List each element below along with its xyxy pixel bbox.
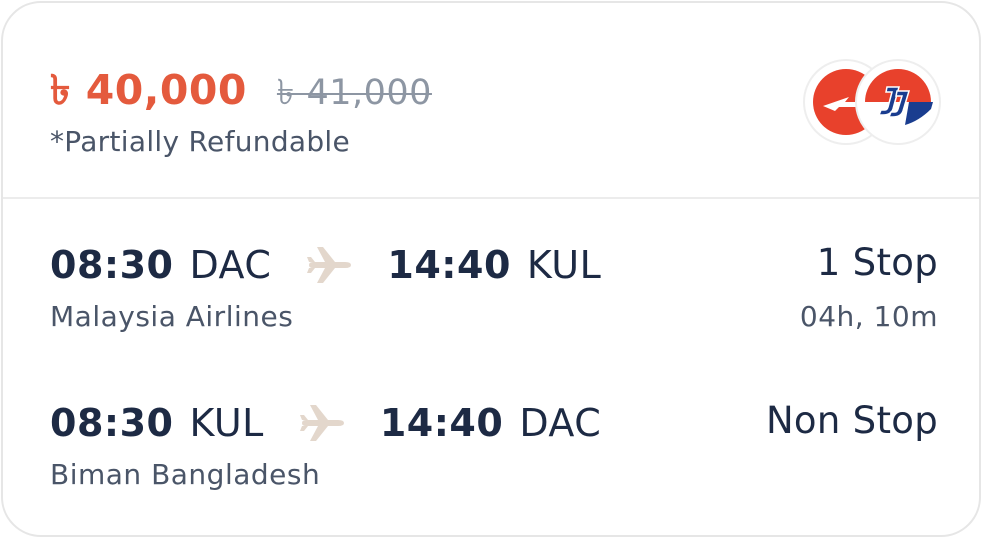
leg-times: 08:30 KUL 14:40 DAC bbox=[50, 397, 601, 449]
depart-time: 08:30 bbox=[50, 243, 174, 287]
stops-label: Non Stop bbox=[765, 399, 938, 442]
current-price: ৳ 40,000 bbox=[50, 66, 247, 114]
arrive-time: 14:40 bbox=[387, 243, 511, 287]
depart-time: 08:30 bbox=[50, 401, 174, 445]
airline-logos bbox=[803, 59, 943, 149]
malaysia-airlines-mh-icon bbox=[855, 59, 941, 145]
depart-airport: KUL bbox=[189, 401, 264, 445]
flight-leg-return[interactable]: 08:30 KUL 14:40 DAC Biman Bangladesh Non… bbox=[50, 397, 938, 497]
arrive-airport: DAC bbox=[519, 401, 602, 445]
divider bbox=[3, 197, 979, 199]
stops-label: 1 Stop bbox=[816, 241, 938, 284]
fare-header: ৳ 40,000 ৳ 41,000 *Partially Refundable bbox=[3, 3, 979, 199]
airplane-icon bbox=[305, 245, 353, 285]
leg-times: 08:30 DAC 14:40 KUL bbox=[50, 239, 601, 291]
depart-airport: DAC bbox=[189, 243, 272, 287]
flight-duration: 04h, 10m bbox=[799, 300, 938, 333]
flight-result-card[interactable]: ৳ 40,000 ৳ 41,000 *Partially Refundable bbox=[1, 1, 981, 537]
arrive-airport: KUL bbox=[526, 243, 602, 287]
arrive-time: 14:40 bbox=[379, 401, 504, 445]
flight-leg-outbound[interactable]: 08:30 DAC 14:40 KUL Malaysia Airlines 1 … bbox=[50, 239, 938, 339]
airplane-icon bbox=[298, 403, 346, 443]
price-row: ৳ 40,000 ৳ 41,000 bbox=[50, 59, 432, 128]
refund-note: *Partially Refundable bbox=[50, 125, 351, 158]
airline-name: Malaysia Airlines bbox=[50, 300, 294, 333]
airline-name: Biman Bangladesh bbox=[50, 458, 321, 491]
original-price: ৳ 41,000 bbox=[276, 73, 432, 113]
